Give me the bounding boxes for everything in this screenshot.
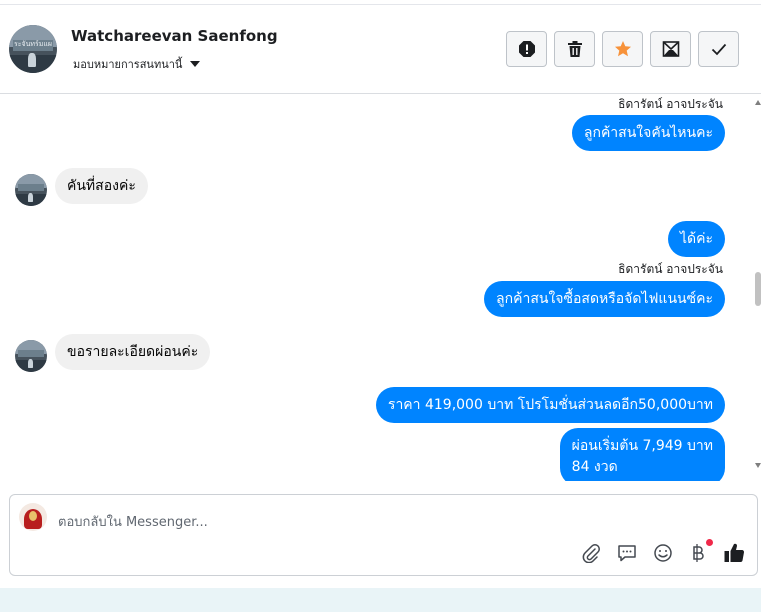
message-list[interactable]: ธิดารัตน์ อาจประจัน ลูกค้าสนใจคันไหนคะ ค… bbox=[0, 95, 753, 481]
assign-label: มอบหมายการสนทนานี้ bbox=[73, 58, 183, 71]
alert-octagon-icon bbox=[518, 41, 535, 57]
mark-done-button[interactable] bbox=[698, 31, 739, 67]
contact-avatar-small[interactable] bbox=[15, 174, 47, 206]
outgoing-message[interactable]: ผ่อนเริ่มต้น 7,949 บาท 84 งวด bbox=[559, 428, 725, 481]
saved-replies-button[interactable] bbox=[616, 542, 638, 564]
message-line: ผ่อนเริ่มต้น 7,949 บาท bbox=[571, 438, 713, 454]
message-line: 84 งวด bbox=[571, 459, 618, 475]
scrollbar-thumb[interactable] bbox=[755, 272, 761, 306]
scroll-down-arrow-icon[interactable] bbox=[755, 463, 761, 468]
page-avatar bbox=[19, 503, 47, 531]
incoming-message[interactable]: ขอรายละเอียดผ่อนค่ะ bbox=[55, 334, 211, 370]
like-button[interactable] bbox=[723, 542, 745, 564]
bottom-background-strip bbox=[0, 588, 761, 612]
check-icon bbox=[711, 43, 726, 56]
sender-name: ธิดารัตน์ อาจประจัน bbox=[618, 97, 723, 111]
outgoing-message[interactable]: ลูกค้าสนใจซื้อสดหรือจัดไฟแนนซ์คะ bbox=[484, 281, 725, 317]
delete-button[interactable] bbox=[554, 31, 595, 67]
baht-payment-icon bbox=[693, 544, 704, 562]
outgoing-message[interactable]: ลูกค้าสนใจคันไหนคะ bbox=[571, 115, 725, 151]
payment-button[interactable] bbox=[687, 542, 709, 564]
notification-dot bbox=[706, 539, 713, 546]
outgoing-message[interactable]: ราคา 419,000 บาท โปรโมชั่นส่วนลดอีก50,00… bbox=[375, 387, 725, 423]
caret-down-icon bbox=[190, 61, 201, 67]
sender-name: ธิดารัตน์ อาจประจัน bbox=[618, 262, 723, 276]
reply-input[interactable]: ตอบกลับใน Messenger... bbox=[58, 511, 208, 532]
emoji-icon bbox=[654, 544, 672, 562]
paperclip-icon bbox=[582, 544, 600, 563]
mail-icon bbox=[662, 41, 679, 57]
messenger-conversation-panel: ระจันทร์มแผ Watchareevan Saenfong มอบหมา… bbox=[0, 0, 761, 612]
attach-button[interactable] bbox=[580, 542, 602, 564]
assign-conversation-dropdown[interactable]: มอบหมายการสนทนานี้ bbox=[73, 55, 201, 73]
saved-reply-icon bbox=[618, 545, 636, 562]
contact-avatar[interactable]: ระจันทร์มแผ bbox=[9, 25, 57, 73]
scroll-up-arrow-icon[interactable] bbox=[755, 100, 761, 105]
incoming-message[interactable]: คันที่สองค่ะ bbox=[55, 168, 148, 204]
mark-unread-button[interactable] bbox=[650, 31, 691, 67]
reply-composer: ตอบกลับใน Messenger... bbox=[9, 494, 758, 576]
conversation-header: ระจันทร์มแผ Watchareevan Saenfong มอบหมา… bbox=[0, 5, 761, 94]
star-icon bbox=[614, 41, 631, 57]
contact-avatar-small[interactable] bbox=[15, 340, 47, 372]
report-spam-button[interactable] bbox=[506, 31, 547, 67]
outgoing-message[interactable]: ได้ค่ะ bbox=[667, 221, 725, 257]
trash-icon bbox=[567, 41, 582, 57]
star-button[interactable] bbox=[602, 31, 643, 67]
emoji-button[interactable] bbox=[652, 542, 674, 564]
contact-name[interactable]: Watchareevan Saenfong bbox=[71, 27, 278, 45]
avatar-sign-text: ระจันทร์มแผ bbox=[13, 40, 52, 49]
thumbs-up-icon bbox=[724, 543, 745, 563]
